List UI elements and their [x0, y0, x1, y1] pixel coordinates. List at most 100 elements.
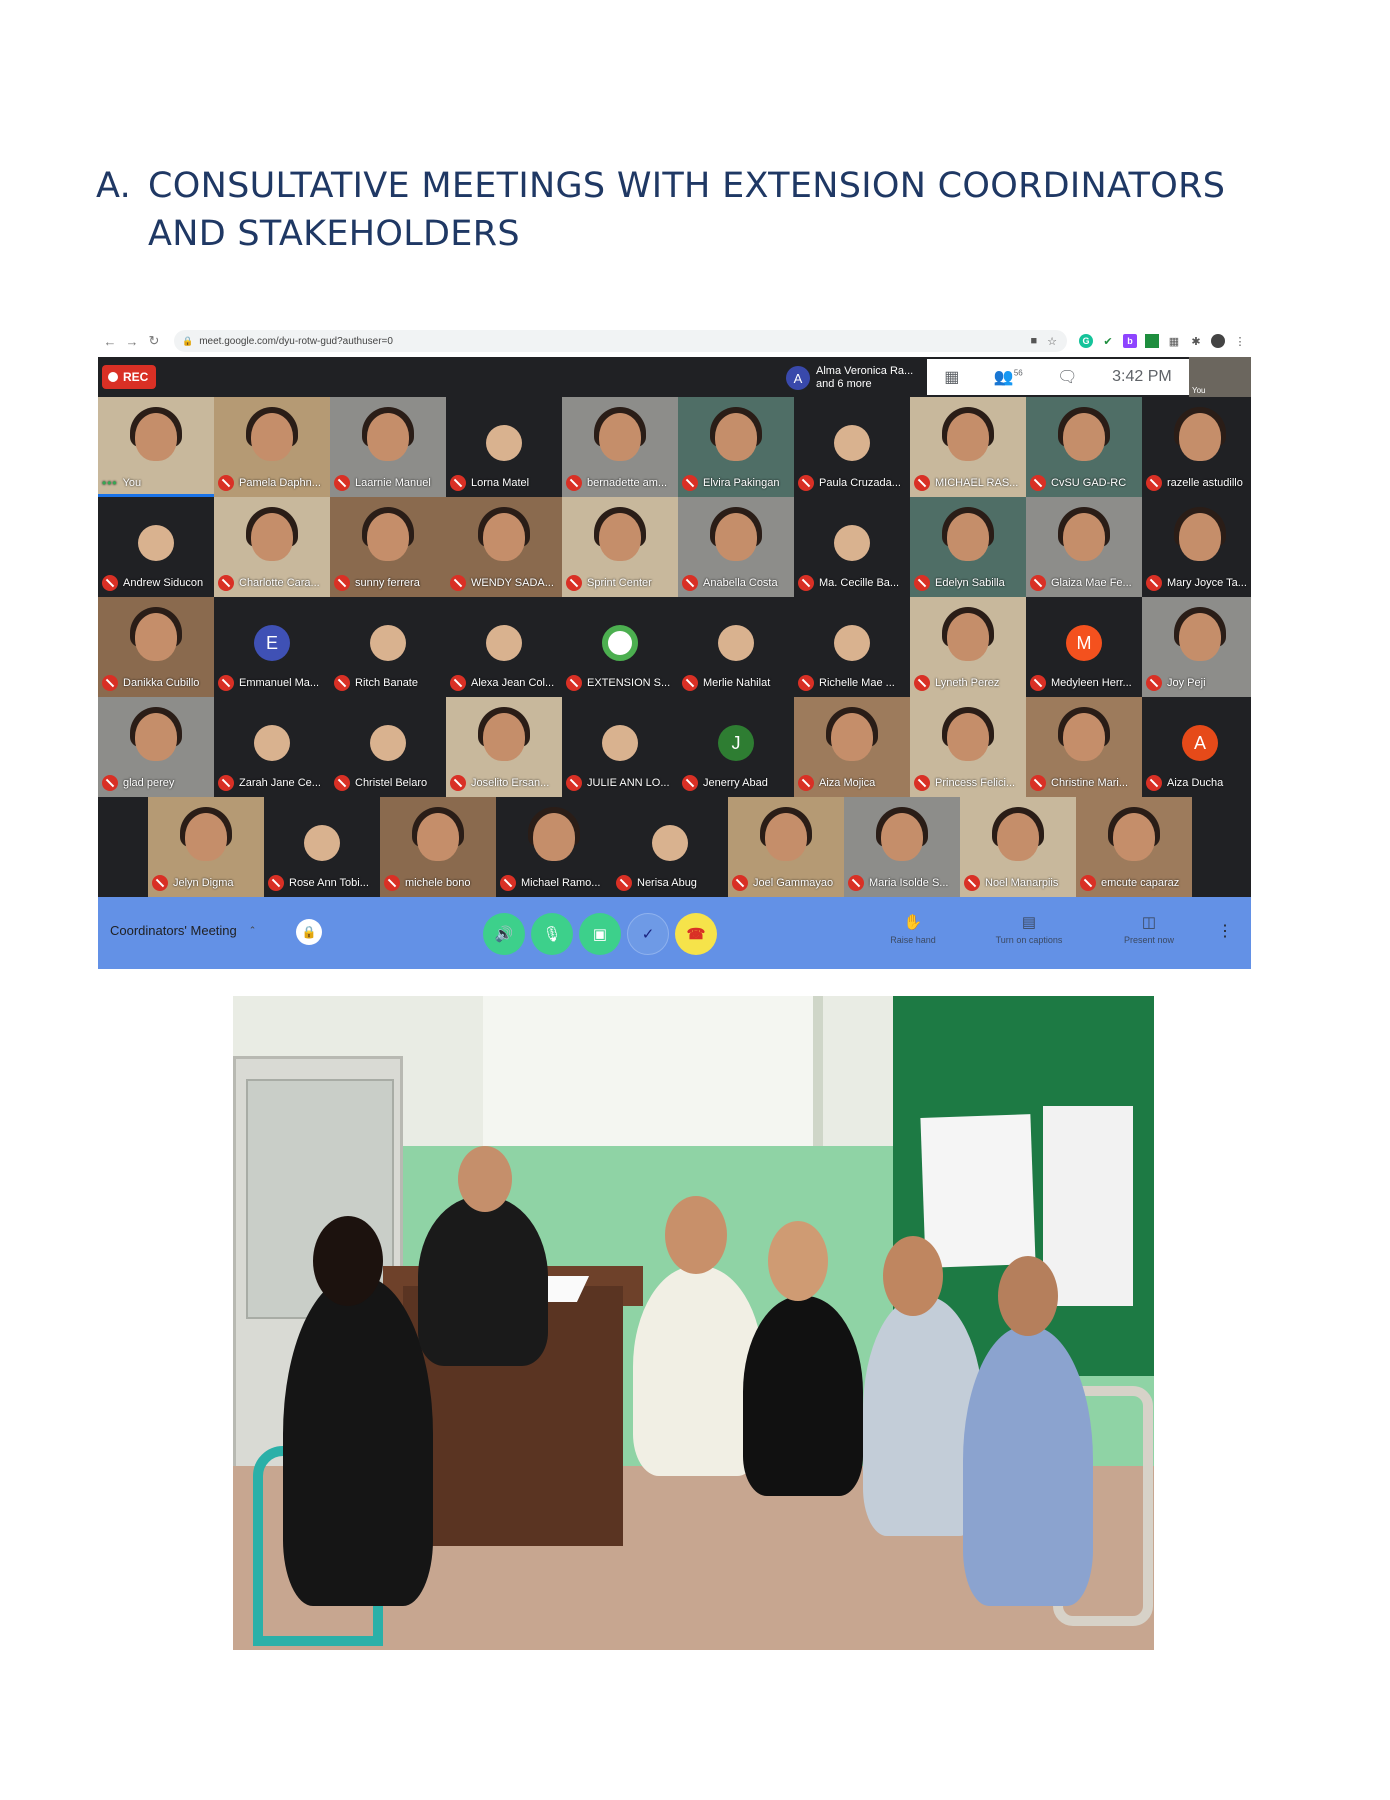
participant-tile[interactable]: Nerisa Abug: [612, 797, 728, 897]
star-icon[interactable]: ☆: [1047, 335, 1057, 348]
participant-tile[interactable]: JULIE ANN LO...: [562, 697, 678, 797]
participant-tile[interactable]: razelle astudillo: [1142, 397, 1251, 497]
participant-name: Glaiza Mae Fe...: [1051, 577, 1132, 589]
camera-in-use-icon[interactable]: ■: [1030, 335, 1037, 347]
participant-tile[interactable]: Noel Manarpiis: [960, 797, 1076, 897]
participant-tile[interactable]: A Aiza Ducha: [1142, 697, 1251, 797]
participant-tile[interactable]: glad perey: [98, 697, 214, 797]
sheets-icon[interactable]: [1145, 334, 1159, 348]
participant-tile[interactable]: Edelyn Sabilla: [910, 497, 1026, 597]
participant-tile[interactable]: WENDY SADA...: [446, 497, 562, 597]
check-icon[interactable]: ✔: [1101, 334, 1115, 348]
participant-tile[interactable]: Mary Joyce Ta...: [1142, 497, 1251, 597]
participant-tile[interactable]: Joy Peji: [1142, 597, 1251, 697]
participant-tile[interactable]: Rose Ann Tobi...: [264, 797, 380, 897]
participant-tile[interactable]: Anabella Costa: [678, 497, 794, 597]
participant-tile[interactable]: Ma. Cecille Ba...: [794, 497, 910, 597]
participant-label: MICHAEL RAS...: [914, 473, 1018, 493]
participant-tile[interactable]: Princess Felici...: [910, 697, 1026, 797]
mic-off-icon: [1030, 775, 1046, 791]
microphone-button[interactable]: 🎙: [531, 913, 573, 955]
participant-tile[interactable]: Charlotte Cara...: [214, 497, 330, 597]
participant-tile[interactable]: Laarnie Manuel: [330, 397, 446, 497]
profile-avatar-icon[interactable]: [1211, 334, 1225, 348]
participant-tile[interactable]: J Jenerry Abad: [678, 697, 794, 797]
participant-tile[interactable]: Zarah Jane Ce...: [214, 697, 330, 797]
participant-tile[interactable]: Danikka Cubillo: [98, 597, 214, 697]
more-options-icon[interactable]: ⋮: [1217, 921, 1233, 941]
participant-video-face: [135, 613, 177, 661]
participant-label: Merlie Nahilat: [682, 673, 770, 693]
layout-icon[interactable]: ▦: [944, 367, 959, 387]
participant-tile[interactable]: Elvira Pakingan: [678, 397, 794, 497]
check-button[interactable]: ✓: [627, 913, 669, 955]
participant-tile[interactable]: E Emmanuel Ma...: [214, 597, 330, 697]
participant-tile[interactable]: Merlie Nahilat: [678, 597, 794, 697]
participant-row: Danikka Cubillo E Emmanuel Ma... Ritch Bana…: [98, 597, 1251, 697]
participant-tile[interactable]: bernadette am...: [562, 397, 678, 497]
participant-label: Sprint Center: [566, 573, 652, 593]
presenting-indicator[interactable]: A Alma Veronica Ra... and 6 more: [786, 361, 936, 395]
participant-tile[interactable]: MICHAEL RAS...: [910, 397, 1026, 497]
participant-tile[interactable]: Joel Gammayao: [728, 797, 844, 897]
participant-video-face: [765, 813, 807, 861]
participant-tile[interactable]: Pamela Daphn...: [214, 397, 330, 497]
mic-off-icon: [798, 775, 814, 791]
participant-tile[interactable]: Aiza Mojica: [794, 697, 910, 797]
participant-tile[interactable]: Christel Belaro: [330, 697, 446, 797]
participant-tile[interactable]: emcute caparaz: [1076, 797, 1192, 897]
participant-row: Andrew Siducon Charlotte Cara... sunny fer…: [98, 497, 1251, 597]
speaker-button[interactable]: 🔊: [483, 913, 525, 955]
participant-label: razelle astudillo: [1146, 473, 1243, 493]
puzzle-icon[interactable]: ✱: [1189, 334, 1203, 348]
leave-call-button[interactable]: ☎: [675, 913, 717, 955]
self-view-label: You: [1192, 386, 1206, 395]
self-view-thumbnail[interactable]: You: [1189, 357, 1251, 397]
bitmoji-icon[interactable]: b: [1123, 334, 1137, 348]
camera-button[interactable]: ▣: [579, 913, 621, 955]
participant-tile[interactable]: Alexa Jean Col...: [446, 597, 562, 697]
heading-letter: A.: [96, 166, 132, 206]
participant-label: emcute caparaz: [1080, 873, 1179, 893]
participant-tile[interactable]: Paula Cruzada...: [794, 397, 910, 497]
address-bar[interactable]: 🔒 meet.google.com/dyu-rotw-gud?authuser=…: [174, 330, 1067, 352]
meeting-details-button[interactable]: Coordinators' Meeting ⌃: [110, 923, 256, 938]
grid-icon[interactable]: ▦: [1167, 334, 1181, 348]
chat-icon[interactable]: 🗨: [1057, 367, 1077, 387]
participant-tile[interactable]: Glaiza Mae Fe...: [1026, 497, 1142, 597]
participant-tile[interactable]: Michael Ramo...: [496, 797, 612, 897]
participant-tile[interactable]: Christine Mari...: [1026, 697, 1142, 797]
captions-button[interactable]: ▤ Turn on captions: [979, 913, 1079, 945]
participant-row: Jelyn Digma Rose Ann Tobi... michele bono M…: [98, 797, 1251, 897]
participant-tile[interactable]: Maria Isolde S...: [844, 797, 960, 897]
participant-tile[interactable]: Sprint Center: [562, 497, 678, 597]
participant-name: Rose Ann Tobi...: [289, 877, 369, 889]
participant-tile[interactable]: Andrew Siducon: [98, 497, 214, 597]
participants-button[interactable]: 👥56: [994, 367, 1023, 387]
participant-tile[interactable]: sunny ferrera: [330, 497, 446, 597]
raise-hand-button[interactable]: ✋ Raise hand: [863, 913, 963, 945]
participant-tile[interactable]: Jelyn Digma: [148, 797, 264, 897]
reload-icon[interactable]: ↻: [144, 333, 164, 349]
kebab-menu-icon[interactable]: ⋮: [1233, 334, 1247, 348]
participant-tile[interactable]: michele bono: [380, 797, 496, 897]
participant-tile[interactable]: Lyneth Perez: [910, 597, 1026, 697]
mic-off-icon: [334, 775, 350, 791]
mic-off-icon: [798, 475, 814, 491]
participant-tile[interactable]: ••• You: [98, 397, 214, 497]
back-icon[interactable]: ←: [100, 334, 120, 349]
participant-tile[interactable]: EXTENSION S...: [562, 597, 678, 697]
participant-tile[interactable]: Joselito Ersan...: [446, 697, 562, 797]
participant-tile[interactable]: Ritch Banate: [330, 597, 446, 697]
participant-label: CvSU GAD-RC: [1030, 473, 1126, 493]
participant-video-face: [135, 713, 177, 761]
participant-tile[interactable]: Richelle Mae ...: [794, 597, 910, 697]
present-now-button[interactable]: ◫ Present now: [1099, 913, 1199, 945]
participant-tile[interactable]: CvSU GAD-RC: [1026, 397, 1142, 497]
participant-name: Michael Ramo...: [521, 877, 601, 889]
participant-tile[interactable]: M Medyleen Herr...: [1026, 597, 1142, 697]
participant-tile[interactable]: Lorna Matel: [446, 397, 562, 497]
host-lock-icon[interactable]: 🔒: [296, 919, 322, 945]
grammarly-icon[interactable]: G: [1079, 334, 1093, 348]
forward-icon[interactable]: →: [122, 334, 142, 349]
